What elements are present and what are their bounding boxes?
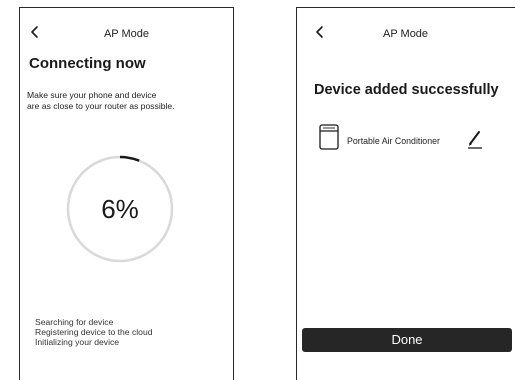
page-title: Device added successfully <box>314 82 499 98</box>
instruction-line: Make sure your phone and device <box>27 90 157 100</box>
chevron-left-icon <box>316 26 323 38</box>
air-conditioner-icon <box>319 124 339 150</box>
device-name: Portable Air Conditioner <box>347 136 440 146</box>
nav-title: AP Mode <box>383 28 429 40</box>
instruction-line: are as close to your router as possible. <box>27 101 175 111</box>
step-item: Registering device to the cloud <box>35 327 153 337</box>
connecting-screen: AP Mode Connecting now Make sure your ph… <box>19 7 234 380</box>
page-title: Connecting now <box>29 55 146 72</box>
device-item: Portable Air Conditioner <box>319 124 499 154</box>
nav-title: AP Mode <box>103 28 150 40</box>
pencil-icon[interactable] <box>467 129 483 149</box>
back-button[interactable] <box>313 24 327 40</box>
success-screen: AP Mode Device added successfully Portab… <box>296 7 515 380</box>
connection-steps: Searching for device Registering device … <box>35 317 153 347</box>
progress-percent: 6% <box>101 194 139 224</box>
done-button[interactable]: Done <box>302 328 512 352</box>
instruction-text: Make sure your phone and device are as c… <box>27 90 232 112</box>
step-item: Initializing your device <box>35 337 120 347</box>
step-item: Searching for device <box>35 317 114 327</box>
